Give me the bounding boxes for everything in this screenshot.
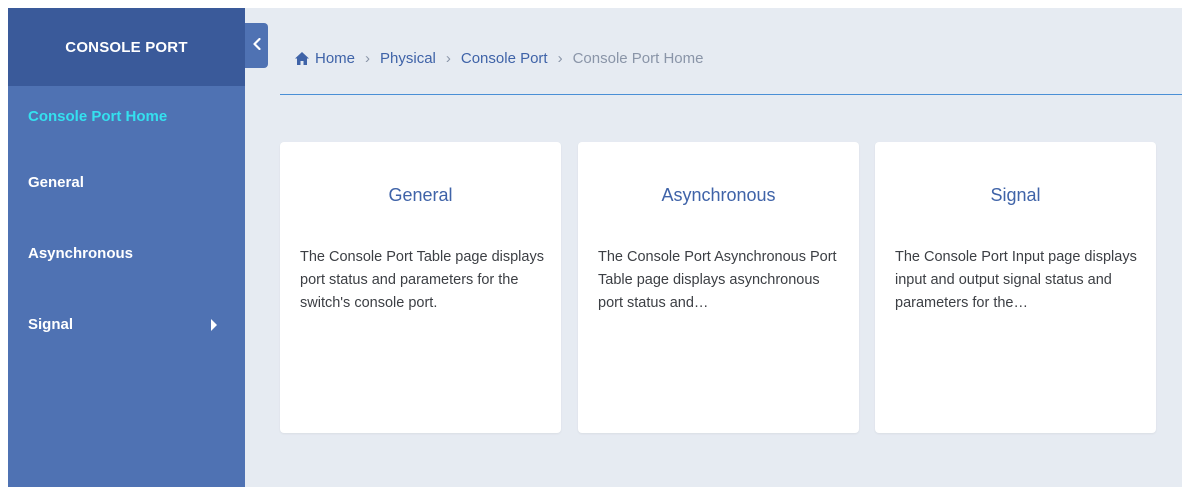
sidebar-item-label: Asynchronous <box>28 245 134 262</box>
card-title[interactable]: General <box>280 185 561 206</box>
sidebar-item-console-port-home[interactable]: Console Port Home <box>8 86 245 147</box>
breadcrumb-separator: › <box>445 50 451 67</box>
breadcrumb: Home › Physical › Console Port › Console… <box>295 50 704 67</box>
main-content: Home › Physical › Console Port › Console… <box>245 8 1182 487</box>
caret-right-icon <box>211 318 217 331</box>
sidebar-item-label: Signal <box>28 316 74 333</box>
home-icon[interactable] <box>295 52 309 65</box>
card-title[interactable]: Asynchronous <box>578 185 859 206</box>
card-description: The Console Port Input page displays inp… <box>895 249 1137 311</box>
card-signal[interactable]: Signal The Console Port Input page displ… <box>875 142 1156 433</box>
sidebar-collapse-button[interactable] <box>245 23 268 68</box>
card-description: The Console Port Asynchronous Port Table… <box>598 249 837 311</box>
breadcrumb-console-port[interactable]: Console Port <box>461 50 548 67</box>
sidebar-item-label: Console Port Home <box>28 108 168 125</box>
sidebar-title: CONSOLE PORT <box>8 8 245 86</box>
sidebar-item-label: General <box>28 174 84 191</box>
breadcrumb-divider <box>280 94 1182 95</box>
sidebar-item-signal[interactable]: Signal <box>8 289 245 360</box>
card-description: The Console Port Table page displays por… <box>300 249 544 311</box>
breadcrumb-physical[interactable]: Physical <box>380 50 436 67</box>
breadcrumb-separator: › <box>365 50 371 67</box>
sidebar-item-asynchronous[interactable]: Asynchronous <box>8 218 245 289</box>
card-title[interactable]: Signal <box>875 185 1156 206</box>
card-asynchronous[interactable]: Asynchronous The Console Port Asynchrono… <box>578 142 859 433</box>
breadcrumb-home[interactable]: Home <box>315 50 355 67</box>
app: CONSOLE PORT Console Port Home General A… <box>0 0 1182 487</box>
breadcrumb-separator: › <box>557 50 563 67</box>
sidebar: CONSOLE PORT Console Port Home General A… <box>8 8 245 487</box>
breadcrumb-current-page: Console Port Home <box>572 50 704 67</box>
card-general[interactable]: General The Console Port Table page disp… <box>280 142 561 433</box>
sidebar-item-general[interactable]: General <box>8 147 245 218</box>
chevron-left-icon <box>252 37 261 55</box>
